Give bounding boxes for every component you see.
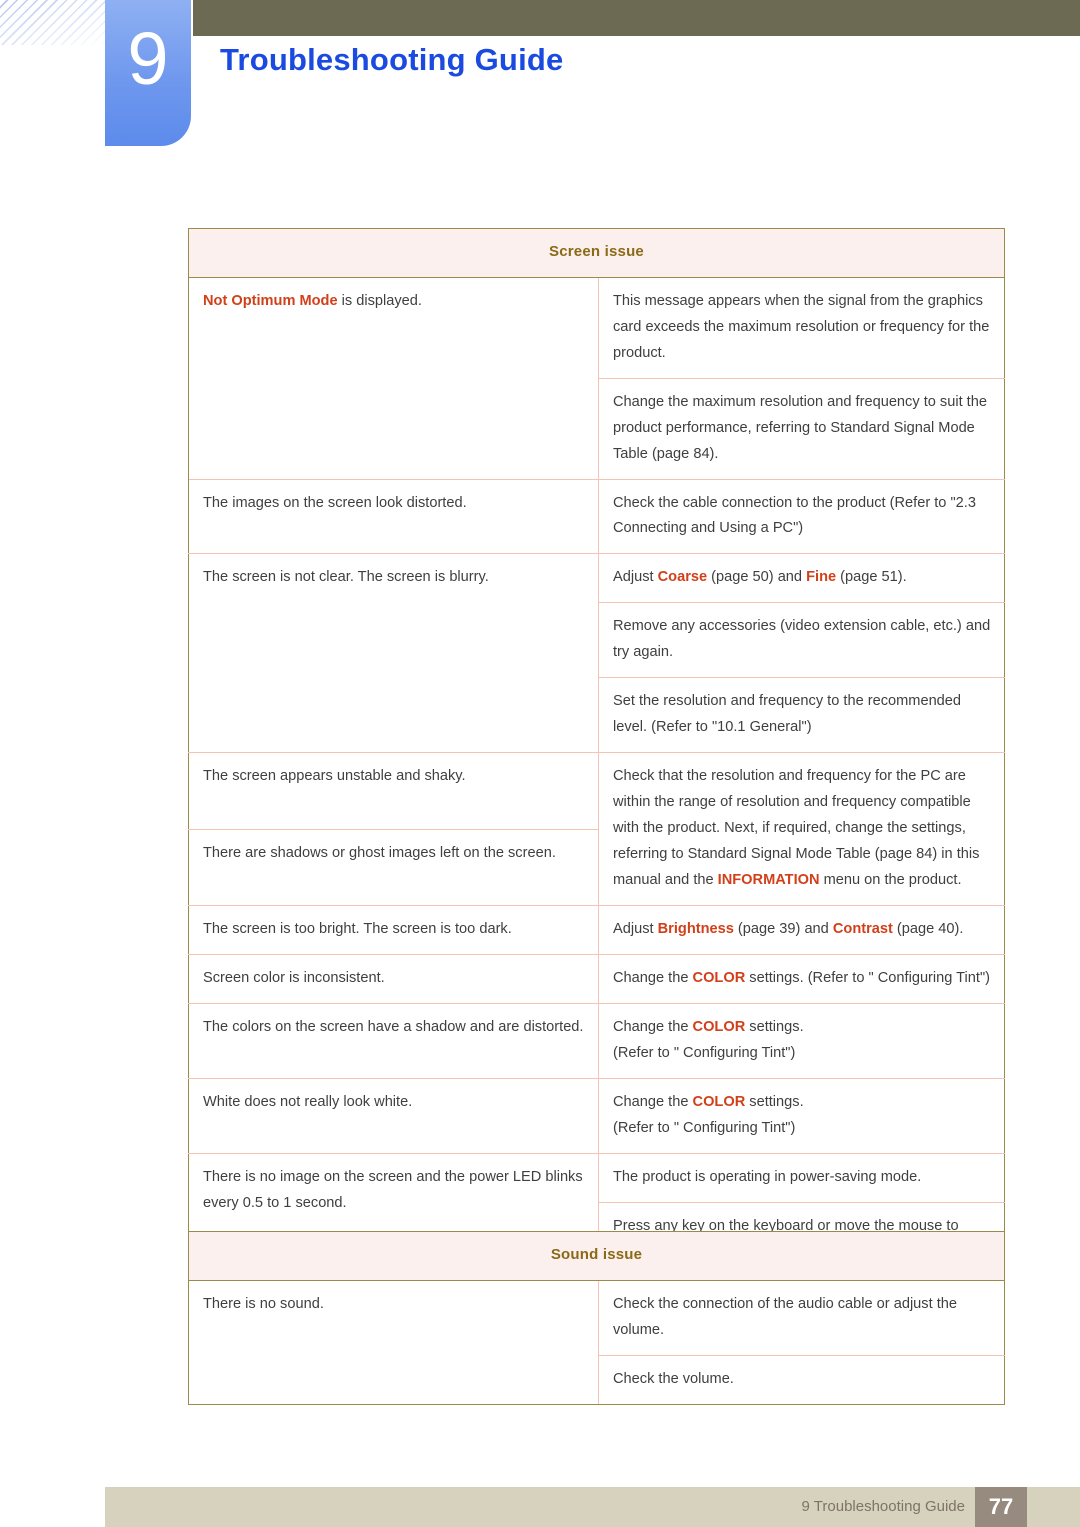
keyword-fine: Fine — [806, 569, 837, 586]
table-row: The colors on the screen have a shadow a… — [188, 1003, 1005, 1079]
solution-cell: The product is operating in power-saving… — [598, 1152, 1005, 1203]
solution-text: settings. (Refer to " Configuring Tint") — [745, 970, 991, 987]
solution-text: settings. — [745, 1094, 804, 1110]
diagonal-stripes-decoration — [0, 0, 112, 45]
solution-cell: Check that the resolution and frequency … — [598, 752, 1005, 907]
solution-text: menu on the product. — [819, 872, 962, 889]
solution-line: Change the COLOR settings. — [613, 1090, 991, 1116]
solution-cell: Adjust Coarse (page 50) and Fine (page 5… — [598, 553, 1005, 604]
page-number: 77 — [975, 1487, 1027, 1527]
solution-text: (page 51). — [836, 569, 907, 586]
solution-line: (Refer to " Configuring Tint") — [613, 1119, 796, 1136]
table-section-header-row: Screen issue — [188, 228, 1005, 278]
table-row: Not Optimum Mode is displayed. This mess… — [188, 276, 1005, 479]
solution-text: Change the — [613, 1019, 693, 1036]
symptom-cell-color-inconsistent: Screen color is inconsistent. — [188, 954, 599, 1005]
solution-cell: Remove any accessories (video extension … — [598, 602, 1005, 679]
table-row: White does not really look white. Change… — [188, 1078, 1005, 1154]
solution-text: Adjust — [613, 569, 658, 586]
page-header: 9 Troubleshooting Guide — [0, 0, 1080, 170]
solution-cell: This message appears when the signal fro… — [598, 276, 1005, 379]
symptom-cell-no-sound: There is no sound. — [188, 1279, 599, 1405]
solution-cell: Check the cable connection to the produc… — [598, 478, 1005, 555]
solution-cell: Check the volume. — [597, 1354, 1006, 1405]
solution-cell: Change the COLOR settings. (Refer to " C… — [598, 1078, 1005, 1154]
table-row: Screen color is inconsistent. Change the… — [188, 954, 1005, 1005]
keyword-coarse: Coarse — [657, 569, 708, 586]
solution-cell: Change the maximum resolution and freque… — [598, 377, 1005, 480]
page-footer: 9 Troubleshooting Guide 77 — [105, 1487, 1080, 1527]
symptom-text: is displayed. — [337, 292, 422, 309]
symptom-cell-not-optimum-mode: Not Optimum Mode is displayed. — [188, 276, 599, 479]
chapter-badge: 9 — [105, 0, 191, 146]
keyword-color: COLOR — [692, 970, 746, 987]
table-row: There is no sound. Check the connection … — [188, 1279, 1006, 1405]
keyword-information: INFORMATION — [717, 872, 820, 889]
keyword-contrast: Contrast — [832, 921, 893, 938]
solution-cell: Change the COLOR settings. (Refer to " C… — [598, 954, 1005, 1005]
solution-text: (page 40). — [892, 921, 964, 938]
symptom-cell-screen-blurry: The screen is not clear. The screen is b… — [188, 553, 599, 754]
chapter-number: 9 — [127, 17, 169, 100]
solution-cell: Check the connection of the audio cable … — [597, 1279, 1006, 1356]
screen-issue-table: Screen issue Not Optimum Mode is display… — [188, 228, 1005, 1278]
solution-line: (Refer to " Configuring Tint") — [613, 1045, 796, 1062]
table-section-header-row: Sound issue — [187, 1231, 1006, 1281]
sound-issue-table: Sound issue There is no sound. Check the… — [187, 1231, 1006, 1405]
table-row: The screen is too bright. The screen is … — [188, 905, 1005, 956]
solution-text: (page 50) and — [707, 569, 807, 586]
solution-cell: Set the resolution and frequency to the … — [598, 677, 1005, 754]
keyword-color: COLOR — [692, 1019, 746, 1036]
symptom-cell-ghost-images: There are shadows or ghost images left o… — [188, 828, 599, 907]
symptom-cell-white-not-white: White does not really look white. — [188, 1078, 599, 1154]
solution-line: Change the COLOR settings. — [613, 1015, 991, 1041]
symptom-cell-colors-shadow: The colors on the screen have a shadow a… — [188, 1003, 599, 1079]
table-row: The images on the screen look distorted.… — [188, 478, 1005, 555]
solution-text: settings. — [745, 1019, 804, 1036]
footer-chapter-label: 9 Troubleshooting Guide — [801, 1498, 965, 1515]
solution-cell: Adjust Brightness (page 39) and Contrast… — [598, 905, 1005, 956]
page-title: Troubleshooting Guide — [220, 42, 564, 77]
keyword-brightness: Brightness — [657, 921, 734, 938]
solution-text: Check that the resolution and frequency … — [613, 768, 980, 889]
keyword-not-optimum-mode: Not Optimum Mode — [203, 292, 338, 309]
table-row: There is no image on the screen and the … — [188, 1152, 1005, 1278]
solution-text: Change the — [613, 1094, 693, 1110]
symptom-cell-too-bright-dark: The screen is too bright. The screen is … — [188, 905, 599, 956]
keyword-color: COLOR — [692, 1094, 746, 1110]
table-row: The screen is not clear. The screen is b… — [188, 553, 1005, 754]
symptom-cell-images-distorted: The images on the screen look distorted. — [188, 478, 599, 555]
section-header-sound-issue: Sound issue — [187, 1231, 1006, 1281]
solution-text: Change the — [613, 970, 693, 987]
section-header-screen-issue: Screen issue — [188, 228, 1005, 278]
solution-cell: Change the COLOR settings. (Refer to " C… — [598, 1003, 1005, 1079]
solution-text: Adjust — [613, 921, 658, 938]
table-row: The screen appears unstable and shaky. C… — [188, 752, 1005, 907]
symptom-cell-unstable-shaky: The screen appears unstable and shaky. — [188, 752, 599, 830]
header-olive-bar — [193, 0, 1080, 36]
solution-text: (page 39) and — [733, 921, 833, 938]
